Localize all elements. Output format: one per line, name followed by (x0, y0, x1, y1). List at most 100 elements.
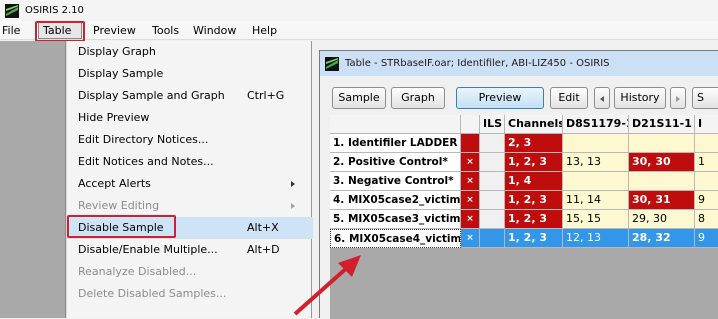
menu-item-label: Disable/Enable Multiple... (78, 243, 218, 256)
d8-cell[interactable]: 15, 15 (563, 210, 629, 229)
menu-item-shortcut: Ctrl+G (247, 89, 285, 102)
menu-item-label: Display Sample (78, 67, 164, 80)
history-forward-button[interactable] (670, 87, 686, 109)
ils-cell[interactable] (480, 172, 505, 191)
d21-cell[interactable]: 29, 30 (629, 210, 695, 229)
channels-cell[interactable]: 1, 2, 3 (505, 191, 563, 210)
ils-cell[interactable] (480, 229, 505, 248)
d8-cell[interactable] (563, 172, 629, 191)
menu-item-disable-enable-multiple[interactable]: Disable/Enable Multiple... Alt+D (67, 239, 313, 261)
grid-header-next[interactable]: I (695, 115, 718, 134)
ils-cell[interactable] (480, 191, 505, 210)
menu-item-label: Accept Alerts (78, 177, 151, 190)
sample-grid[interactable]: ILS Channels D8S1179-1 D21S11-1 I 1. Ide… (330, 115, 718, 319)
menu-window[interactable]: Window (193, 24, 236, 37)
grid-header-sample (330, 115, 461, 134)
menu-file[interactable]: File (2, 24, 20, 37)
extra-cell[interactable]: 9 (695, 229, 718, 248)
d21-cell[interactable] (629, 172, 695, 191)
sample-button[interactable]: Sample (332, 87, 386, 109)
history-back-button[interactable] (594, 87, 610, 109)
grid-header-d21s11[interactable]: D21S11-1 (629, 115, 695, 134)
submenu-arrow-icon (291, 181, 295, 187)
menu-help[interactable]: Help (252, 24, 277, 37)
submenu-arrow-icon (291, 203, 295, 209)
status-cell[interactable] (461, 134, 480, 153)
chevron-left-icon (600, 96, 604, 102)
grid-row-label[interactable]: 6. MIX05case4_victim* (330, 229, 461, 248)
menu-item-review-editing: Review Editing (67, 195, 313, 217)
chevron-right-icon (676, 96, 680, 102)
menu-item-display-sample[interactable]: Display Sample (67, 63, 313, 85)
menu-item-accept-alerts[interactable]: Accept Alerts (67, 173, 313, 195)
s-button[interactable]: S (692, 87, 718, 109)
grid-header-ils[interactable]: ILS (480, 115, 505, 134)
menu-preview[interactable]: Preview (93, 24, 136, 37)
d8-cell[interactable]: 12, 13 (563, 229, 629, 248)
disable-sample-highlight-box (67, 215, 176, 238)
grid-row-label[interactable]: 1. Identifiler LADDER (330, 134, 461, 153)
d21-cell[interactable] (629, 134, 695, 153)
menu-item-display-graph[interactable]: Display Graph (67, 41, 313, 63)
mdi-background-panel (0, 41, 66, 318)
osiris-logo-icon (325, 56, 339, 71)
d21-cell[interactable]: 30, 31 (629, 191, 695, 210)
channels-cell[interactable]: 1, 2, 3 (505, 229, 563, 248)
status-cell[interactable]: × (461, 191, 480, 210)
status-cell[interactable]: × (461, 172, 480, 191)
menu-item-delete-disabled-samples: Delete Disabled Samples... (67, 283, 313, 305)
grid-row-label[interactable]: 2. Positive Control* (330, 153, 461, 172)
d8-cell[interactable]: 13, 13 (563, 153, 629, 172)
graph-button[interactable]: Graph (391, 87, 445, 109)
channels-cell[interactable]: 1, 2, 3 (505, 210, 563, 229)
grid-row-label[interactable]: 5. MIX05case3_victim* (330, 210, 461, 229)
status-cell[interactable]: × (461, 153, 480, 172)
channels-cell[interactable]: 2, 3 (505, 134, 563, 153)
menu-item-label: Edit Directory Notices... (78, 133, 209, 146)
menu-item-hide-preview[interactable]: Hide Preview (67, 107, 313, 129)
grid-header-channels[interactable]: Channels (505, 115, 563, 134)
menu-item-label: Delete Disabled Samples... (78, 287, 227, 300)
grid-header-d8s1179[interactable]: D8S1179-1 (563, 115, 629, 134)
history-button[interactable]: History (614, 87, 666, 109)
menu-tools[interactable]: Tools (152, 24, 179, 37)
menu-item-edit-notices-and-notes[interactable]: Edit Notices and Notes... (67, 151, 313, 173)
menu-item-reanalyze-disabled: Reanalyze Disabled... (67, 261, 313, 283)
status-cell[interactable]: × (461, 229, 480, 248)
ils-cell[interactable] (480, 153, 505, 172)
extra-cell[interactable]: 9 (695, 191, 718, 210)
d8-cell[interactable]: 11, 14 (563, 191, 629, 210)
menu-item-shortcut: Alt+X (247, 221, 279, 234)
extra-cell[interactable] (695, 134, 718, 153)
menu-item-label: Hide Preview (78, 111, 150, 124)
menu-item-label: Reanalyze Disabled... (78, 265, 197, 278)
edit-button[interactable]: Edit (550, 87, 588, 109)
d8-cell[interactable] (563, 134, 629, 153)
menu-item-display-sample-and-graph[interactable]: Display Sample and Graph Ctrl+G (67, 85, 313, 107)
annotation-arrow-icon (293, 255, 361, 316)
grid-header-status (461, 115, 480, 134)
extra-cell[interactable] (695, 172, 718, 191)
ils-cell[interactable] (480, 210, 505, 229)
grid-row-label[interactable]: 3. Negative Control* (330, 172, 461, 191)
extra-cell[interactable]: 8 (695, 210, 718, 229)
menu-item-edit-directory-notices[interactable]: Edit Directory Notices... (67, 129, 313, 151)
preview-button[interactable]: Preview (456, 87, 544, 109)
channels-cell[interactable]: 1, 2, 3 (505, 153, 563, 172)
table-window-title-bar: Table - STRbaseIF.oar; Identifiler, ABI-… (320, 51, 718, 76)
menu-item-label: Display Sample and Graph (78, 89, 225, 102)
menu-item-label: Display Graph (78, 45, 156, 58)
table-menu-highlight-box (35, 21, 85, 42)
app-title-bar: OSIRIS 2.10 (0, 0, 718, 21)
grid-row-label[interactable]: 4. MIX05case2_victim* (330, 191, 461, 210)
app-title: OSIRIS 2.10 (25, 5, 84, 16)
d21-cell[interactable]: 30, 30 (629, 153, 695, 172)
channels-cell[interactable]: 1, 4 (505, 172, 563, 191)
d21-cell[interactable]: 28, 32 (629, 229, 695, 248)
status-cell[interactable]: × (461, 210, 480, 229)
ils-cell[interactable] (480, 134, 505, 153)
menu-item-shortcut: Alt+D (247, 243, 280, 256)
extra-cell[interactable]: 1 (695, 153, 718, 172)
menu-item-label: Edit Notices and Notes... (78, 155, 214, 168)
menu-item-label: Review Editing (78, 199, 160, 212)
